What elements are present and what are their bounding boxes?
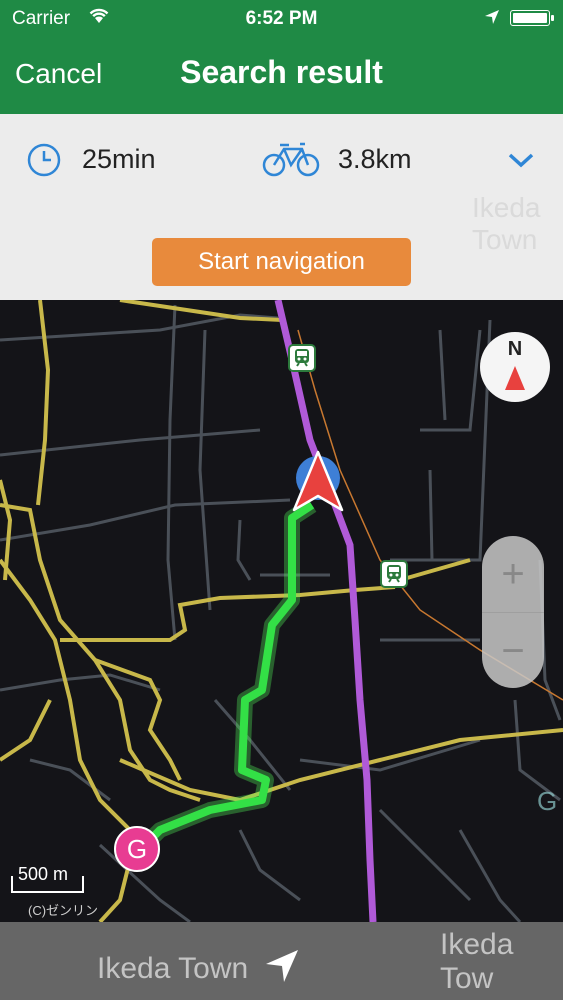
train-station-icon [380, 560, 408, 588]
navigation-bar: Cancel Search result [0, 38, 563, 114]
current-town-label: Ikeda Town [97, 952, 249, 985]
map-canvas [0, 300, 563, 922]
map-label-town: Ikeda Tow [440, 928, 514, 995]
zoom-out-button[interactable]: − [482, 612, 544, 689]
bicycle-icon [262, 142, 320, 177]
compass-north-label: N [507, 338, 523, 360]
compass-button[interactable]: N [480, 332, 550, 402]
status-bar: Carrier 6:52 PM [0, 0, 563, 38]
location-arrow-icon [485, 10, 499, 24]
zoom-control: + − [482, 536, 544, 688]
page-title: Search result [180, 54, 383, 90]
route-summary-panel: 25min 3.8km Ikeda Town Start navigation [0, 114, 563, 300]
bottom-bar: Ikeda Town Ikeda Tow [0, 922, 563, 1000]
map-label-ghost: Ikeda Town [472, 192, 541, 255]
start-navigation-button[interactable]: Start navigation [152, 238, 411, 286]
battery-icon [510, 10, 554, 26]
map-label-g: G [537, 786, 558, 816]
location-arrow-icon[interactable] [264, 948, 300, 984]
zoom-in-button[interactable]: + [482, 536, 544, 612]
clock-icon [27, 143, 61, 177]
goal-marker[interactable]: G [114, 826, 160, 872]
map-scale: 500 m [10, 864, 85, 894]
train-station-icon [288, 344, 316, 372]
map-view[interactable] [0, 300, 563, 922]
scale-bar [11, 876, 84, 893]
status-time: 6:52 PM [245, 8, 318, 29]
route-duration: 25min [82, 144, 156, 174]
current-location-arrow[interactable] [292, 450, 344, 514]
north-arrow-icon [505, 366, 525, 390]
chevron-down-icon[interactable] [506, 150, 536, 170]
map-copyright: (C)ゼンリン [28, 903, 99, 918]
route-distance: 3.8km [338, 144, 412, 174]
